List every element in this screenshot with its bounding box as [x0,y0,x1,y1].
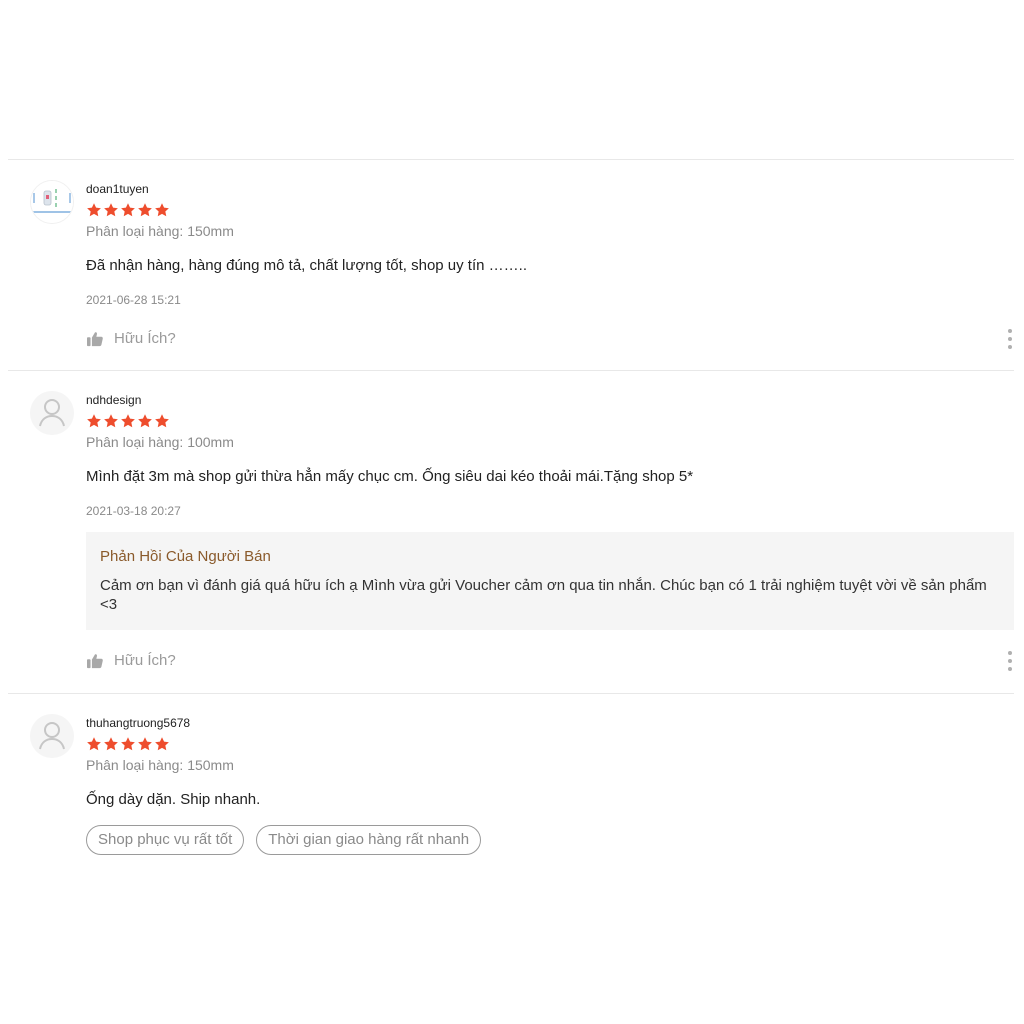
reviewer-username: doan1tuyen [86,182,149,196]
user-placeholder-icon [30,391,74,435]
more-dots-icon [1008,329,1012,333]
reviewer-username: thuhangtruong5678 [86,716,191,730]
star-icon [103,413,119,429]
helpful-label: Hữu Ích? [114,652,176,669]
reviewer-username: ndhdesign [86,393,142,407]
more-dots-icon [1008,345,1012,349]
star-icon [120,202,136,218]
review-tag[interactable]: Thời gian giao hàng rất nhanh [256,825,482,855]
more-dots-icon [1008,651,1012,655]
seller-reply-title: Phản Hồi Của Người Bán [100,548,271,565]
review-comment: Ống dày dặn. Ship nhanh. [86,791,261,808]
more-dots-icon [1008,659,1012,663]
star-icon [154,736,170,752]
helpful-button[interactable]: Hữu Ích? [86,652,176,669]
more-dots-icon [1008,667,1012,671]
avatar[interactable] [30,714,74,758]
thumbs-up-icon [86,653,104,669]
user-placeholder-icon [30,714,74,758]
product-photo-avatar-icon [31,181,73,223]
star-icon [120,413,136,429]
star-icon [120,736,136,752]
helpful-label: Hữu Ích? [114,330,176,347]
review-list: doan1tuyen Phân loại hàng: 150mm Đã nhận… [8,159,1014,893]
helpful-button[interactable]: Hữu Ích? [86,330,176,347]
rating-stars [86,736,1014,752]
product-variation: Phân loại hàng: 150mm [86,223,234,239]
review-date: 2021-06-28 15:21 [86,293,181,307]
avatar[interactable] [30,180,74,224]
more-options-button[interactable] [1006,651,1014,671]
star-icon [103,736,119,752]
seller-reply: Phản Hồi Của Người Bán Cảm ơn bạn vì đán… [86,532,1014,630]
more-options-button[interactable] [1006,329,1014,349]
star-icon [137,736,153,752]
review-tag[interactable]: Shop phục vụ rất tốt [86,825,245,855]
product-variation: Phân loại hàng: 100mm [86,434,234,450]
product-variation: Phân loại hàng: 150mm [86,757,234,773]
star-icon [86,202,102,218]
seller-reply-text: Cảm ơn bạn vì đánh giá quá hữu ích ạ Mìn… [100,577,987,613]
review-item: doan1tuyen Phân loại hàng: 150mm Đã nhận… [8,159,1014,370]
review-tags: Shop phục vụ rất tốt Thời gian giao hàng… [86,825,1014,855]
star-icon [103,202,119,218]
star-icon [137,413,153,429]
review-comment: Đã nhận hàng, hàng đúng mô tả, chất lượn… [86,257,527,274]
star-icon [86,736,102,752]
more-dots-icon [1008,337,1012,341]
star-icon [154,413,170,429]
review-item: thuhangtruong5678 Phân loại hàng: 150mm … [8,693,1014,893]
review-comment: Mình đặt 3m mà shop gửi thừa hẳn mấy chụ… [86,468,694,485]
rating-stars [86,202,1014,218]
review-date: 2021-03-18 20:27 [86,504,181,518]
review-item: ndhdesign Phân loại hàng: 100mm Mình đặt… [8,370,1014,693]
star-icon [137,202,153,218]
star-icon [86,413,102,429]
star-icon [154,202,170,218]
avatar[interactable] [30,391,74,435]
rating-stars [86,413,1014,429]
thumbs-up-icon [86,331,104,347]
